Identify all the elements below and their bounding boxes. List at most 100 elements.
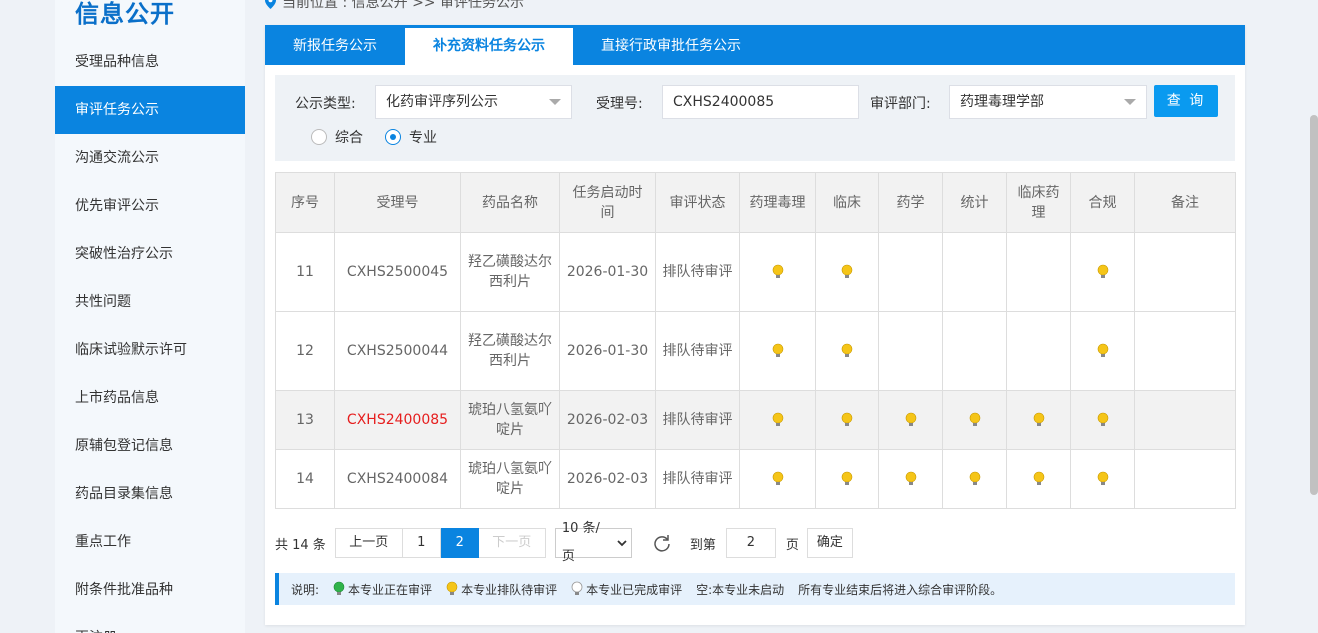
type-select[interactable]: 化药审评序列公示: [375, 85, 572, 119]
cell-specialty-status: [1070, 311, 1135, 391]
type-label: 公示类型:: [295, 96, 356, 112]
cell-name: 琥珀八氢氨吖啶片: [460, 390, 560, 450]
cell-name: 羟乙磺酸达尔西利片: [460, 311, 560, 391]
gray-bulb-icon: [571, 581, 583, 595]
cell-status: 排队待审评: [655, 449, 740, 509]
sidebar-item[interactable]: 沟通交流公示: [55, 134, 245, 182]
pagination: 共 14 条 上一页 1 2 下一页 10 条/页 到第 2 页 确定: [275, 521, 853, 564]
cell-specialty-status: [1070, 390, 1135, 450]
cell-specialty-status: [942, 232, 1007, 312]
table-header-cell: 任务启动时间: [559, 172, 656, 233]
sidebar-item[interactable]: 重点工作: [55, 518, 245, 566]
refresh-icon[interactable]: [652, 533, 672, 553]
table-header-cell: 受理号: [334, 172, 461, 233]
cell-note: [1134, 390, 1236, 450]
breadcrumb: 当前位置 : 信息公开 >> 审评任务公示: [265, 0, 524, 12]
table-header-cell: 统计: [942, 172, 1007, 233]
yellow-bulb-icon: [905, 412, 916, 426]
legend-bar: 说明: 本专业正在审评 本专业排队待审评 本专业已完成审评 空:本专业未启动 所…: [275, 573, 1235, 605]
legend-green: 本专业正在审评: [333, 581, 446, 598]
cell-accept[interactable]: CXHS2500044: [334, 311, 461, 391]
sidebar-item[interactable]: 受理品种信息: [55, 38, 245, 86]
cell-specialty-status: [739, 311, 816, 391]
filter-panel: 公示类型: 化药审评序列公示 受理号: CXHS2400085 审评部门: 药理…: [275, 75, 1235, 161]
tab-new-tasks[interactable]: 新报任务公示: [265, 25, 405, 65]
yellow-bulb-icon: [969, 471, 980, 485]
yellow-bulb-icon: [905, 471, 916, 485]
radio-specialty-circle: [385, 129, 401, 145]
cell-specialty-status: [942, 311, 1007, 391]
cell-accept[interactable]: CXHS2500045: [334, 232, 461, 312]
sidebar-item[interactable]: 优先审评公示: [55, 182, 245, 230]
table-header-cell: 合规: [1070, 172, 1135, 233]
cell-no: 13: [275, 390, 335, 450]
prev-page-button[interactable]: 上一页: [334, 528, 403, 558]
radio-specialty-label: 专业: [409, 130, 437, 146]
query-button[interactable]: 查 询: [1154, 85, 1218, 117]
table-header-cell: 临床药理: [1006, 172, 1071, 233]
cell-specialty-status: [815, 311, 879, 391]
sidebar-item[interactable]: 共性问题: [55, 278, 245, 326]
yellow-bulb-icon: [841, 471, 853, 485]
main-panel: 新报任务公示 补充资料任务公示 直接行政审批任务公示 公示类型: 化药审评序列公…: [265, 25, 1245, 625]
page-1-button[interactable]: 1: [402, 528, 441, 558]
radio-specialty[interactable]: 专业: [385, 127, 437, 147]
sidebar-title: 信息公开: [75, 0, 175, 28]
page-size-select[interactable]: 10 条/页: [554, 521, 632, 564]
legend-gray-text: 本专业已完成审评: [586, 582, 683, 597]
cell-specialty-status: [1006, 311, 1071, 391]
sidebar-item[interactable]: 突破性治疗公示: [55, 230, 245, 278]
table-header-cell: 药品名称: [460, 172, 560, 233]
chevron-down-icon: [617, 540, 627, 547]
cell-no: 14: [275, 449, 335, 509]
table-row: 13 CXHS2400085 琥珀八氢氨吖啶片 2026-02-03 排队待审评: [275, 390, 1236, 450]
legend-gray: 本专业已完成审评: [571, 581, 696, 598]
yellow-bulb-icon: [1097, 343, 1108, 357]
sidebar-item[interactable]: 原辅包登记信息: [55, 422, 245, 470]
sidebar-item[interactable]: 上市药品信息: [55, 374, 245, 422]
yellow-bulb-icon: [841, 412, 853, 426]
cell-name: 羟乙磺酸达尔西利片: [460, 232, 560, 312]
radio-comprehensive-label: 综合: [335, 130, 363, 146]
accept-number-input[interactable]: CXHS2400085: [662, 85, 859, 119]
goto-prefix: 到第: [689, 537, 716, 553]
table-header-cell: 临床: [815, 172, 879, 233]
page-scrollbar[interactable]: [1310, 115, 1318, 495]
sidebar: 信息公开 受理品种信息 审评任务公示 沟通交流公示 优先审评公示 突破性治疗公示 共性问题…: [55, 0, 245, 633]
sidebar-item[interactable]: 临床试验默示许可: [55, 326, 245, 374]
table-header-cell: 审评状态: [655, 172, 740, 233]
cell-specialty-status: [878, 390, 943, 450]
page-size-value: 10 条/页: [561, 521, 600, 564]
tab-direct-approval-tasks[interactable]: 直接行政审批任务公示: [573, 25, 769, 65]
accept-label: 受理号:: [596, 96, 643, 112]
next-page-button[interactable]: 下一页: [478, 528, 546, 558]
cell-start: 2026-01-30: [559, 311, 656, 391]
page-2-button[interactable]: 2: [440, 528, 479, 558]
table-header-cell: 备注: [1134, 172, 1236, 233]
cell-specialty-status: [942, 390, 1007, 450]
sidebar-item[interactable]: 审评任务公示: [55, 86, 245, 134]
yellow-bulb-icon: [772, 264, 783, 278]
sidebar-item[interactable]: 再注册: [55, 614, 245, 633]
cell-accept[interactable]: CXHS2400085: [334, 390, 461, 450]
sidebar-item[interactable]: 药品目录集信息: [55, 470, 245, 518]
tab-supplement-tasks[interactable]: 补充资料任务公示: [405, 28, 573, 65]
confirm-page-button[interactable]: 确定: [806, 528, 853, 558]
cell-specialty-status: [1006, 232, 1071, 312]
cell-specialty-status: [739, 390, 816, 450]
cell-specialty-status: [878, 449, 943, 509]
goto-page-input[interactable]: 2: [725, 528, 776, 558]
tab-bar: 新报任务公示 补充资料任务公示 直接行政审批任务公示: [265, 25, 1245, 65]
dept-select-value: 药理毒理学部: [960, 94, 1044, 110]
sidebar-item[interactable]: 附条件批准品种: [55, 566, 245, 614]
cell-specialty-status: [815, 449, 879, 509]
cell-accept[interactable]: CXHS2400084: [334, 449, 461, 509]
task-table: 序号 受理号 药品名称 任务启动时间 审评状态 药理毒理 临床 药学 统计 临床药理 合规 备注 11…: [275, 172, 1236, 509]
cell-note: [1134, 449, 1236, 509]
table-row: 11 CXHS2500045 羟乙磺酸达尔西利片 2026-01-30 排队待审评: [275, 232, 1236, 312]
radio-comprehensive[interactable]: 综合: [311, 127, 363, 147]
cell-status: 排队待审评: [655, 311, 740, 391]
dept-select[interactable]: 药理毒理学部: [949, 85, 1147, 119]
yellow-bulb-icon: [1033, 471, 1044, 485]
yellow-bulb-icon: [1097, 264, 1108, 278]
